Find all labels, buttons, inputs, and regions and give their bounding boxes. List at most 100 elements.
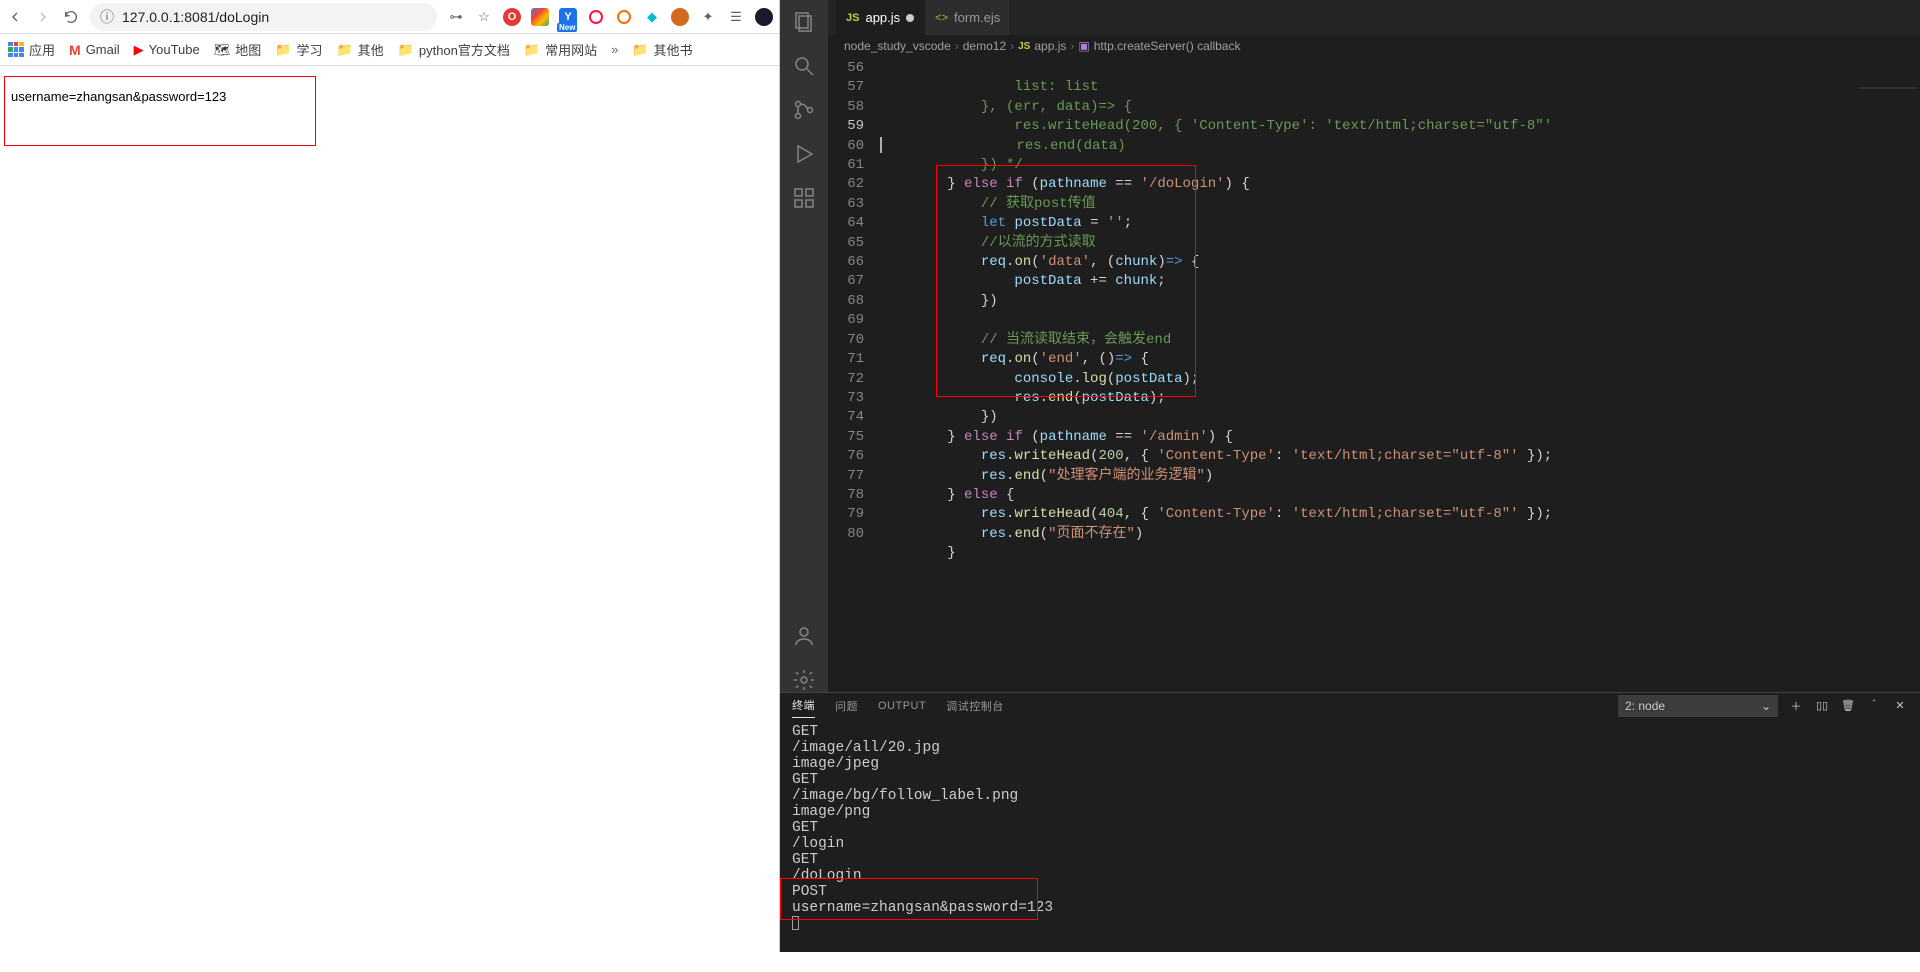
annotation-box-terminal xyxy=(780,878,1038,920)
line-gutter: 5657585960616263646566676869707172737475… xyxy=(828,57,880,692)
youtube-label: YouTube xyxy=(149,42,200,57)
tab-label: form.ejs xyxy=(954,10,1000,25)
accounts-icon[interactable] xyxy=(792,624,816,648)
chevron-right-icon: › xyxy=(1010,39,1014,53)
apps-shortcut[interactable]: 应用 xyxy=(8,40,55,59)
chevron-right-icon: › xyxy=(955,39,959,53)
tab-label: app.js xyxy=(865,10,900,25)
panel-tabs: 终端 问题 OUTPUT 调试控制台 2: node ⌄ ＋ ▯▯ 🗑 ＾ ✕ xyxy=(780,693,1920,718)
bookmark-youtube[interactable]: ▶ YouTube xyxy=(134,42,200,58)
activity-bar xyxy=(780,0,828,692)
terminal-output[interactable]: GET /image/all/20.jpg image/jpeg GET /im… xyxy=(780,718,1920,972)
split-terminal-icon[interactable]: ▯▯ xyxy=(1814,699,1830,712)
panel-tab-debug[interactable]: 调试控制台 xyxy=(946,694,1004,718)
vscode-main: JS app.js <> form.ejs node_study_vscode … xyxy=(780,0,1920,692)
study-label: 学习 xyxy=(296,40,322,59)
bookmark-other[interactable]: 📁 其他 xyxy=(336,40,383,59)
maps-label: 地图 xyxy=(235,40,261,59)
breadcrumb-symbol: http.createServer() callback xyxy=(1094,39,1241,53)
run-debug-icon[interactable] xyxy=(792,142,816,166)
chrome-window: ⓘ 127.0.0.1:8081/doLogin ⊶ ☆ O YNew ◆ ✦ … xyxy=(0,0,780,952)
bookmark-study[interactable]: 📁 学习 xyxy=(275,40,322,59)
panel-tab-problems[interactable]: 问题 xyxy=(835,694,858,718)
youtube-icon: ▶ xyxy=(134,42,144,58)
extension-icon-hex[interactable]: ◆ xyxy=(643,8,661,26)
extension-icon-ring2[interactable] xyxy=(615,8,633,26)
close-panel-icon[interactable]: ✕ xyxy=(1892,699,1908,712)
forward-button[interactable] xyxy=(34,8,52,26)
chevron-down-icon: ⌄ xyxy=(1761,699,1771,713)
profile-avatar-icon[interactable] xyxy=(755,8,773,26)
js-file-icon: JS xyxy=(1018,41,1030,52)
panel-tab-output[interactable]: OUTPUT xyxy=(878,696,926,716)
breadcrumb-folder: demo12 xyxy=(963,39,1006,53)
folder-icon: 📁 xyxy=(632,42,648,58)
editor-area: JS app.js <> form.ejs node_study_vscode … xyxy=(828,0,1920,692)
terminal-selector-label: 2: node xyxy=(1625,699,1665,713)
folder-icon: 📁 xyxy=(524,42,540,58)
bookmark-gmail[interactable]: M Gmail xyxy=(69,42,120,58)
page-content: username=zhangsan&password=123 xyxy=(0,66,779,952)
code-content: list: list }, (err, data)=> { res.writeH… xyxy=(880,57,1856,692)
folder-icon: 📁 xyxy=(336,42,352,58)
terminal-selector[interactable]: 2: node ⌄ xyxy=(1618,695,1778,717)
breadcrumb-root: node_study_vscode xyxy=(844,39,951,53)
breadcrumb[interactable]: node_study_vscode › demo12 › JS app.js ›… xyxy=(828,35,1920,57)
gmail-label: Gmail xyxy=(86,42,120,57)
kill-terminal-icon[interactable]: 🗑 xyxy=(1840,699,1856,712)
chevron-right-icon: › xyxy=(1070,39,1074,53)
extension-icon-2[interactable] xyxy=(531,8,549,26)
browser-toolbar: ⓘ 127.0.0.1:8081/doLogin ⊶ ☆ O YNew ◆ ✦ … xyxy=(0,0,779,34)
extension-icon-ring1[interactable] xyxy=(587,8,605,26)
new-terminal-icon[interactable]: ＋ xyxy=(1788,698,1804,714)
maps-icon: 🗺 xyxy=(214,42,231,58)
breadcrumb-file: app.js xyxy=(1034,39,1066,53)
js-file-icon: JS xyxy=(846,12,859,24)
bookmark-maps[interactable]: 🗺地图 xyxy=(214,40,262,59)
bookmark-python[interactable]: 📁 python官方文档 xyxy=(398,40,510,59)
python-label: python官方文档 xyxy=(419,40,510,59)
tab-form-ejs[interactable]: <> form.ejs xyxy=(925,0,1011,35)
minimap[interactable] xyxy=(1856,57,1920,692)
otherbm-label: 其他书 xyxy=(654,40,693,59)
bookmark-overflow[interactable]: » xyxy=(611,42,618,57)
bottom-panel: 终端 问题 OUTPUT 调试控制台 2: node ⌄ ＋ ▯▯ 🗑 ＾ ✕ … xyxy=(780,692,1920,952)
address-bar[interactable]: ⓘ 127.0.0.1:8081/doLogin xyxy=(90,3,437,31)
star-icon[interactable]: ☆ xyxy=(475,8,493,26)
method-icon: ▣ xyxy=(1078,39,1089,53)
other-label: 其他 xyxy=(358,40,384,59)
explorer-icon[interactable] xyxy=(792,10,816,34)
vscode-window: JS app.js <> form.ejs node_study_vscode … xyxy=(780,0,1920,952)
reload-button[interactable] xyxy=(62,8,80,26)
url-text: 127.0.0.1:8081/doLogin xyxy=(122,9,269,25)
apps-icon xyxy=(8,42,24,58)
bookmark-common[interactable]: 📁 常用网站 xyxy=(524,40,597,59)
modified-dot-icon xyxy=(906,14,914,22)
bookmark-other-bm[interactable]: 📁 其他书 xyxy=(632,40,692,59)
common-label: 常用网站 xyxy=(545,40,597,59)
maximize-panel-icon[interactable]: ＾ xyxy=(1866,698,1882,714)
panel-tab-terminal[interactable]: 终端 xyxy=(792,693,815,718)
page-output-box: username=zhangsan&password=123 xyxy=(4,76,316,146)
gmail-icon: M xyxy=(69,42,81,58)
key-icon[interactable]: ⊶ xyxy=(447,8,465,26)
reading-list-icon[interactable]: ☰ xyxy=(727,8,745,26)
ejs-file-icon: <> xyxy=(935,12,948,24)
source-control-icon[interactable] xyxy=(792,98,816,122)
tab-app-js[interactable]: JS app.js xyxy=(836,0,925,35)
extensions-puzzle-icon[interactable]: ✦ xyxy=(699,8,717,26)
page-output-text: username=zhangsan&password=123 xyxy=(11,89,226,104)
extension-cookie-icon[interactable] xyxy=(671,8,689,26)
editor-tabs: JS app.js <> form.ejs xyxy=(828,0,1920,35)
folder-icon: 📁 xyxy=(275,42,291,58)
site-info-icon[interactable]: ⓘ xyxy=(100,7,114,27)
folder-icon: 📁 xyxy=(398,42,414,58)
code-editor[interactable]: 5657585960616263646566676869707172737475… xyxy=(828,57,1920,692)
extensions-icon[interactable] xyxy=(792,186,816,210)
search-icon[interactable] xyxy=(792,54,816,78)
settings-gear-icon[interactable] xyxy=(792,668,816,692)
back-button[interactable] xyxy=(6,8,24,26)
extension-icon-3[interactable]: YNew xyxy=(559,8,577,26)
extension-icon-1[interactable]: O xyxy=(503,8,521,26)
bookmarks-bar: 应用 M Gmail ▶ YouTube 🗺地图 📁 学习 📁 其他 📁 python官方… xyxy=(0,34,779,66)
